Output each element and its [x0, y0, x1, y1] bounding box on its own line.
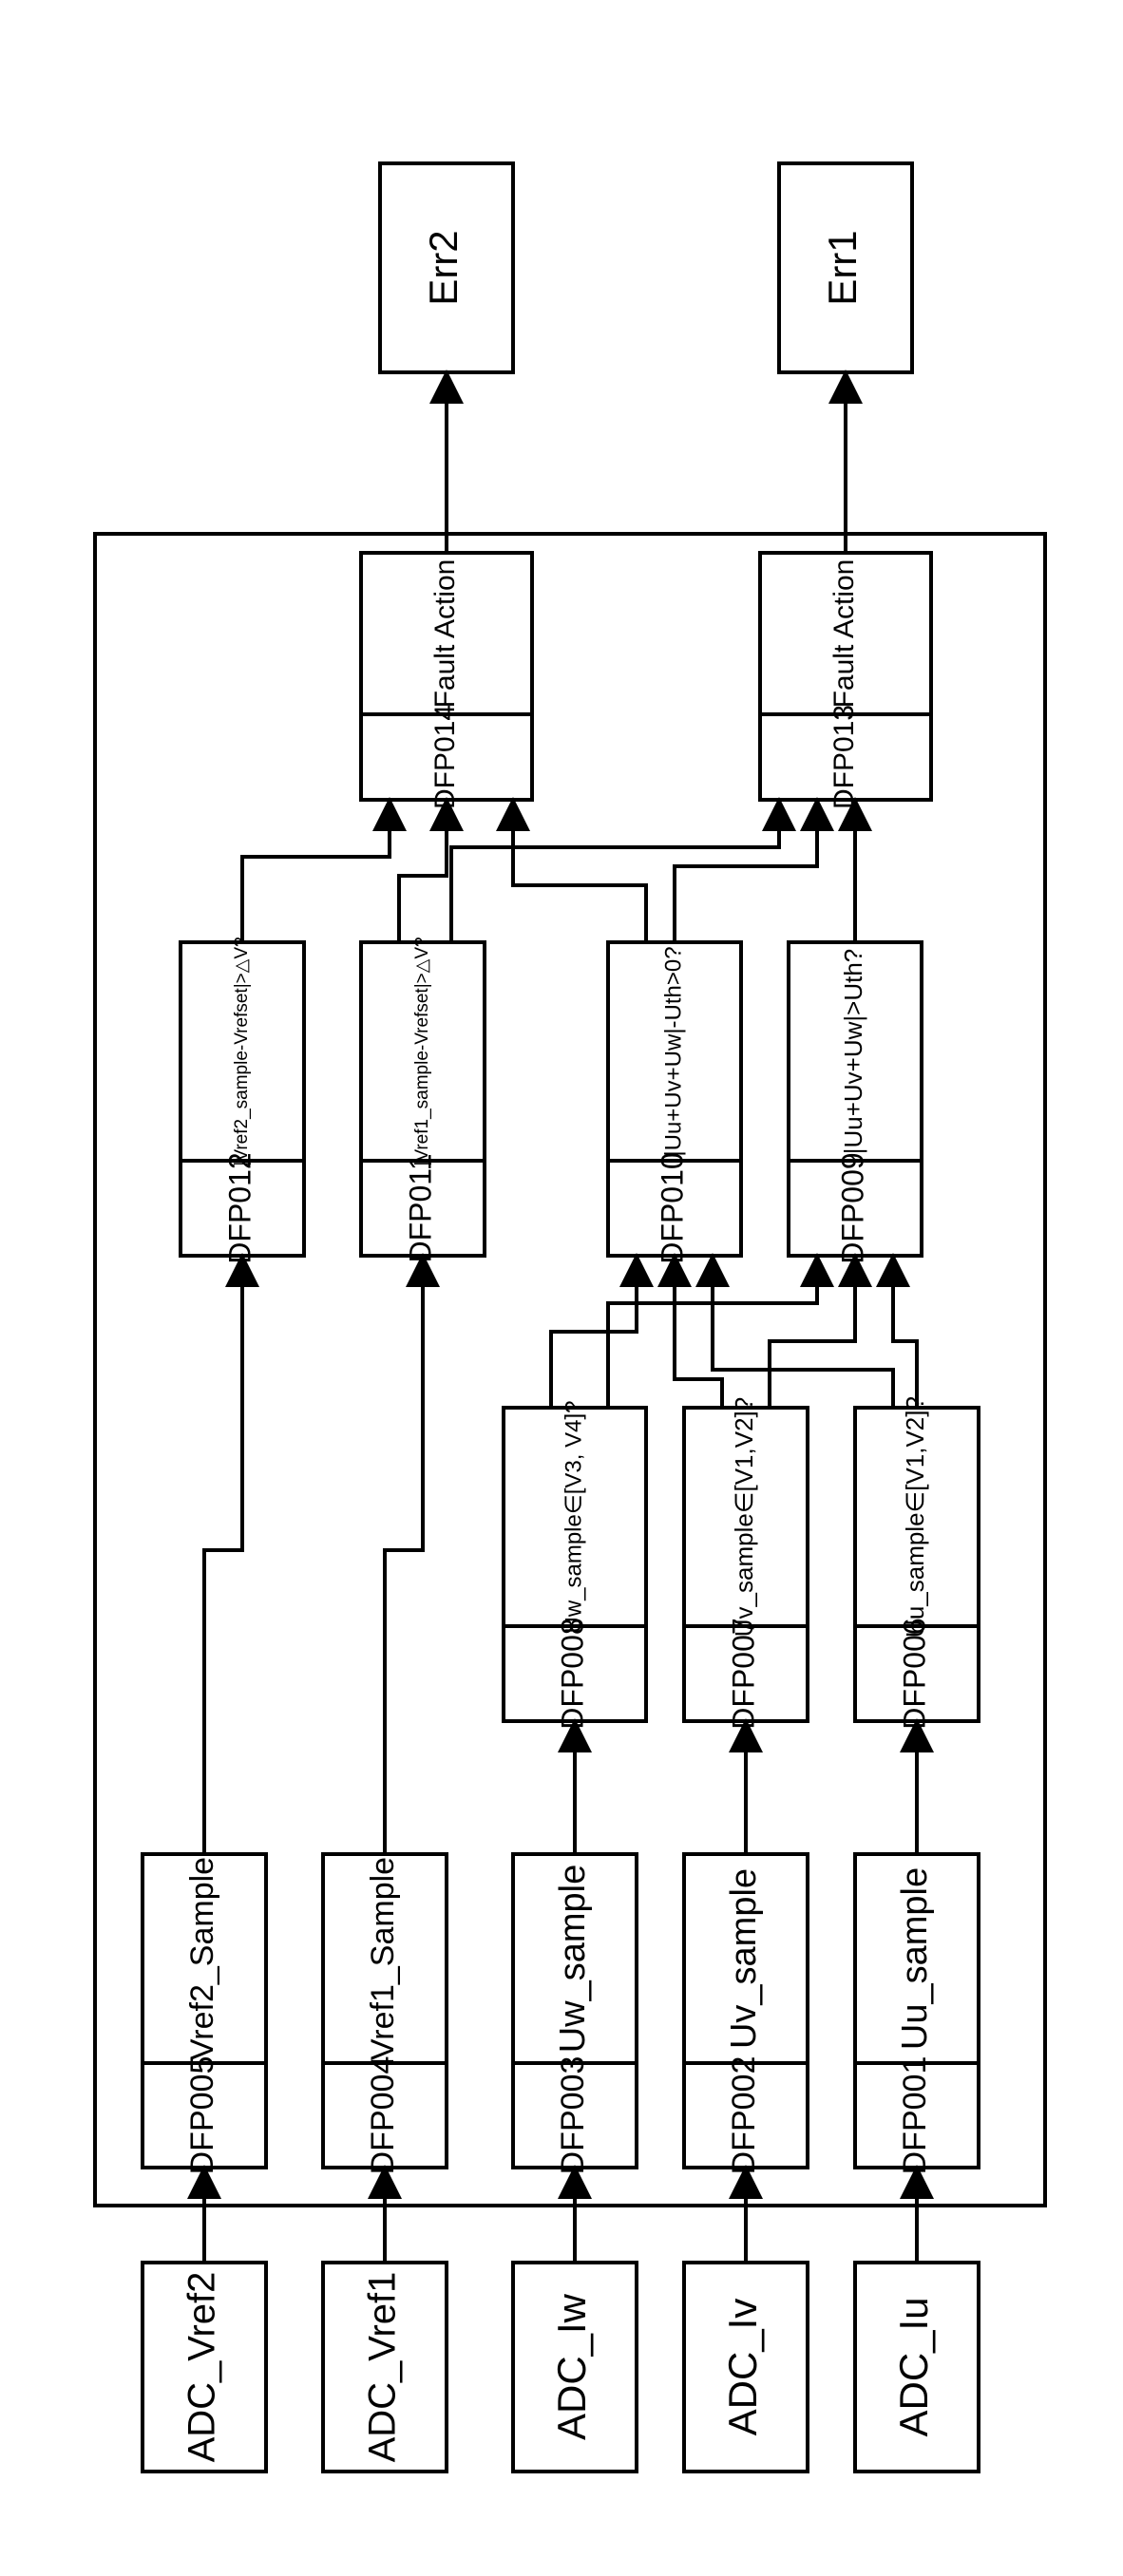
adc-vref1-block: ADC_Vref1 — [323, 2263, 447, 2472]
dfp011-id: DFP011 — [403, 1153, 437, 1262]
dfp013-id: DFP013 — [828, 705, 860, 809]
dfp001-block: DFP001 Uu_sample — [855, 1854, 979, 2174]
err2-block: Err2 — [380, 163, 513, 372]
adc-iv-label: ADC_Iv — [720, 2299, 765, 2436]
dfp010-desc: |Uu+Uv+Uw|-Uth>0? — [660, 946, 686, 1156]
dfp003-desc: Uw_sample — [553, 1865, 593, 2054]
dfp002-id: DFP002 — [726, 2056, 762, 2175]
dfp012-desc: |Vref2_sample-Vrefset|>△V? — [232, 937, 252, 1165]
dfp007-desc: Uv_sample∈[V1,V2]? — [730, 1397, 758, 1637]
err2-label: Err2 — [421, 230, 466, 305]
dfp014-block: DFP014 Fault Action — [361, 553, 532, 809]
adc-iv-block: ADC_Iv — [684, 2263, 808, 2472]
dfp003-id: DFP003 — [555, 2056, 591, 2175]
adc-iu-label: ADC_Iu — [891, 2297, 936, 2436]
dfp002-desc: Uv_sample — [724, 1868, 764, 2049]
err1-label: Err1 — [820, 230, 865, 305]
dfp008-id: DFP008 — [555, 1618, 589, 1729]
dfp001-id: DFP001 — [897, 2056, 933, 2175]
dfp012-block: DFP012 |Vref2_sample-Vrefset|>△V? — [181, 937, 304, 1263]
flow-diagram: ADC_Iu ADC_Iv ADC_Iw ADC_Vref1 ADC_Vref2… — [0, 0, 1123, 2576]
adc-vref2-label: ADC_Vref2 — [181, 2272, 223, 2463]
adc-vref1-label: ADC_Vref1 — [362, 2272, 404, 2463]
dfp006-desc: Uu_sample∈[V1,V2]? — [901, 1396, 929, 1638]
dfp001-desc: Uu_sample — [895, 1867, 935, 2050]
dfp009-block: DFP009 |Uu+Uv+Uw|>Uth? — [789, 942, 922, 1264]
dfp005-desc: Vref2_Sample — [184, 1857, 220, 2060]
dfp004-block: DFP004 Vref1_Sample — [323, 1854, 447, 2174]
dfp007-block: DFP007 Uv_sample∈[V1,V2]? — [684, 1397, 808, 1730]
dfp005-block: DFP005 Vref2_Sample — [143, 1854, 266, 2174]
dfp011-block: DFP011 |Vref1_sample-Vrefset|>△V? — [361, 937, 485, 1262]
dfp012-id: DFP012 — [222, 1152, 257, 1263]
dfp009-desc: |Uu+Uv+Uw|>Uth? — [839, 949, 867, 1155]
adc-iu-block: ADC_Iu — [855, 2263, 979, 2472]
dfp011-desc: |Vref1_sample-Vrefset|>△V? — [412, 937, 432, 1165]
dfp008-desc: Uw_sample∈[V3, V4]? — [561, 1400, 586, 1633]
err1-block: Err1 — [779, 163, 912, 372]
dfp014-id: DFP014 — [429, 705, 461, 809]
dfp013-block: DFP013 Fault Action — [760, 553, 931, 809]
dfp014-desc: Fault Action — [429, 559, 461, 709]
dfp009-id: DFP009 — [835, 1152, 869, 1263]
dfp010-id: DFP010 — [655, 1152, 689, 1263]
dfp010-block: DFP010 |Uu+Uv+Uw|-Uth>0? — [608, 942, 741, 1264]
dfp013-desc: Fault Action — [828, 559, 860, 709]
adc-vref2-block: ADC_Vref2 — [143, 2263, 266, 2472]
dfp006-block: DFP006 Uu_sample∈[V1,V2]? — [855, 1396, 979, 1730]
adc-iw-label: ADC_Iw — [549, 2293, 594, 2440]
adc-iw-block: ADC_Iw — [513, 2263, 637, 2472]
dfp008-block: DFP008 Uw_sample∈[V3, V4]? — [504, 1400, 646, 1729]
dfp004-id: DFP004 — [365, 2056, 401, 2175]
dfp002-block: DFP002 Uv_sample — [684, 1854, 808, 2174]
dfp004-desc: Vref1_Sample — [365, 1857, 401, 2060]
dfp005-id: DFP005 — [184, 2056, 220, 2175]
dfp003-block: DFP003 Uw_sample — [513, 1854, 637, 2174]
